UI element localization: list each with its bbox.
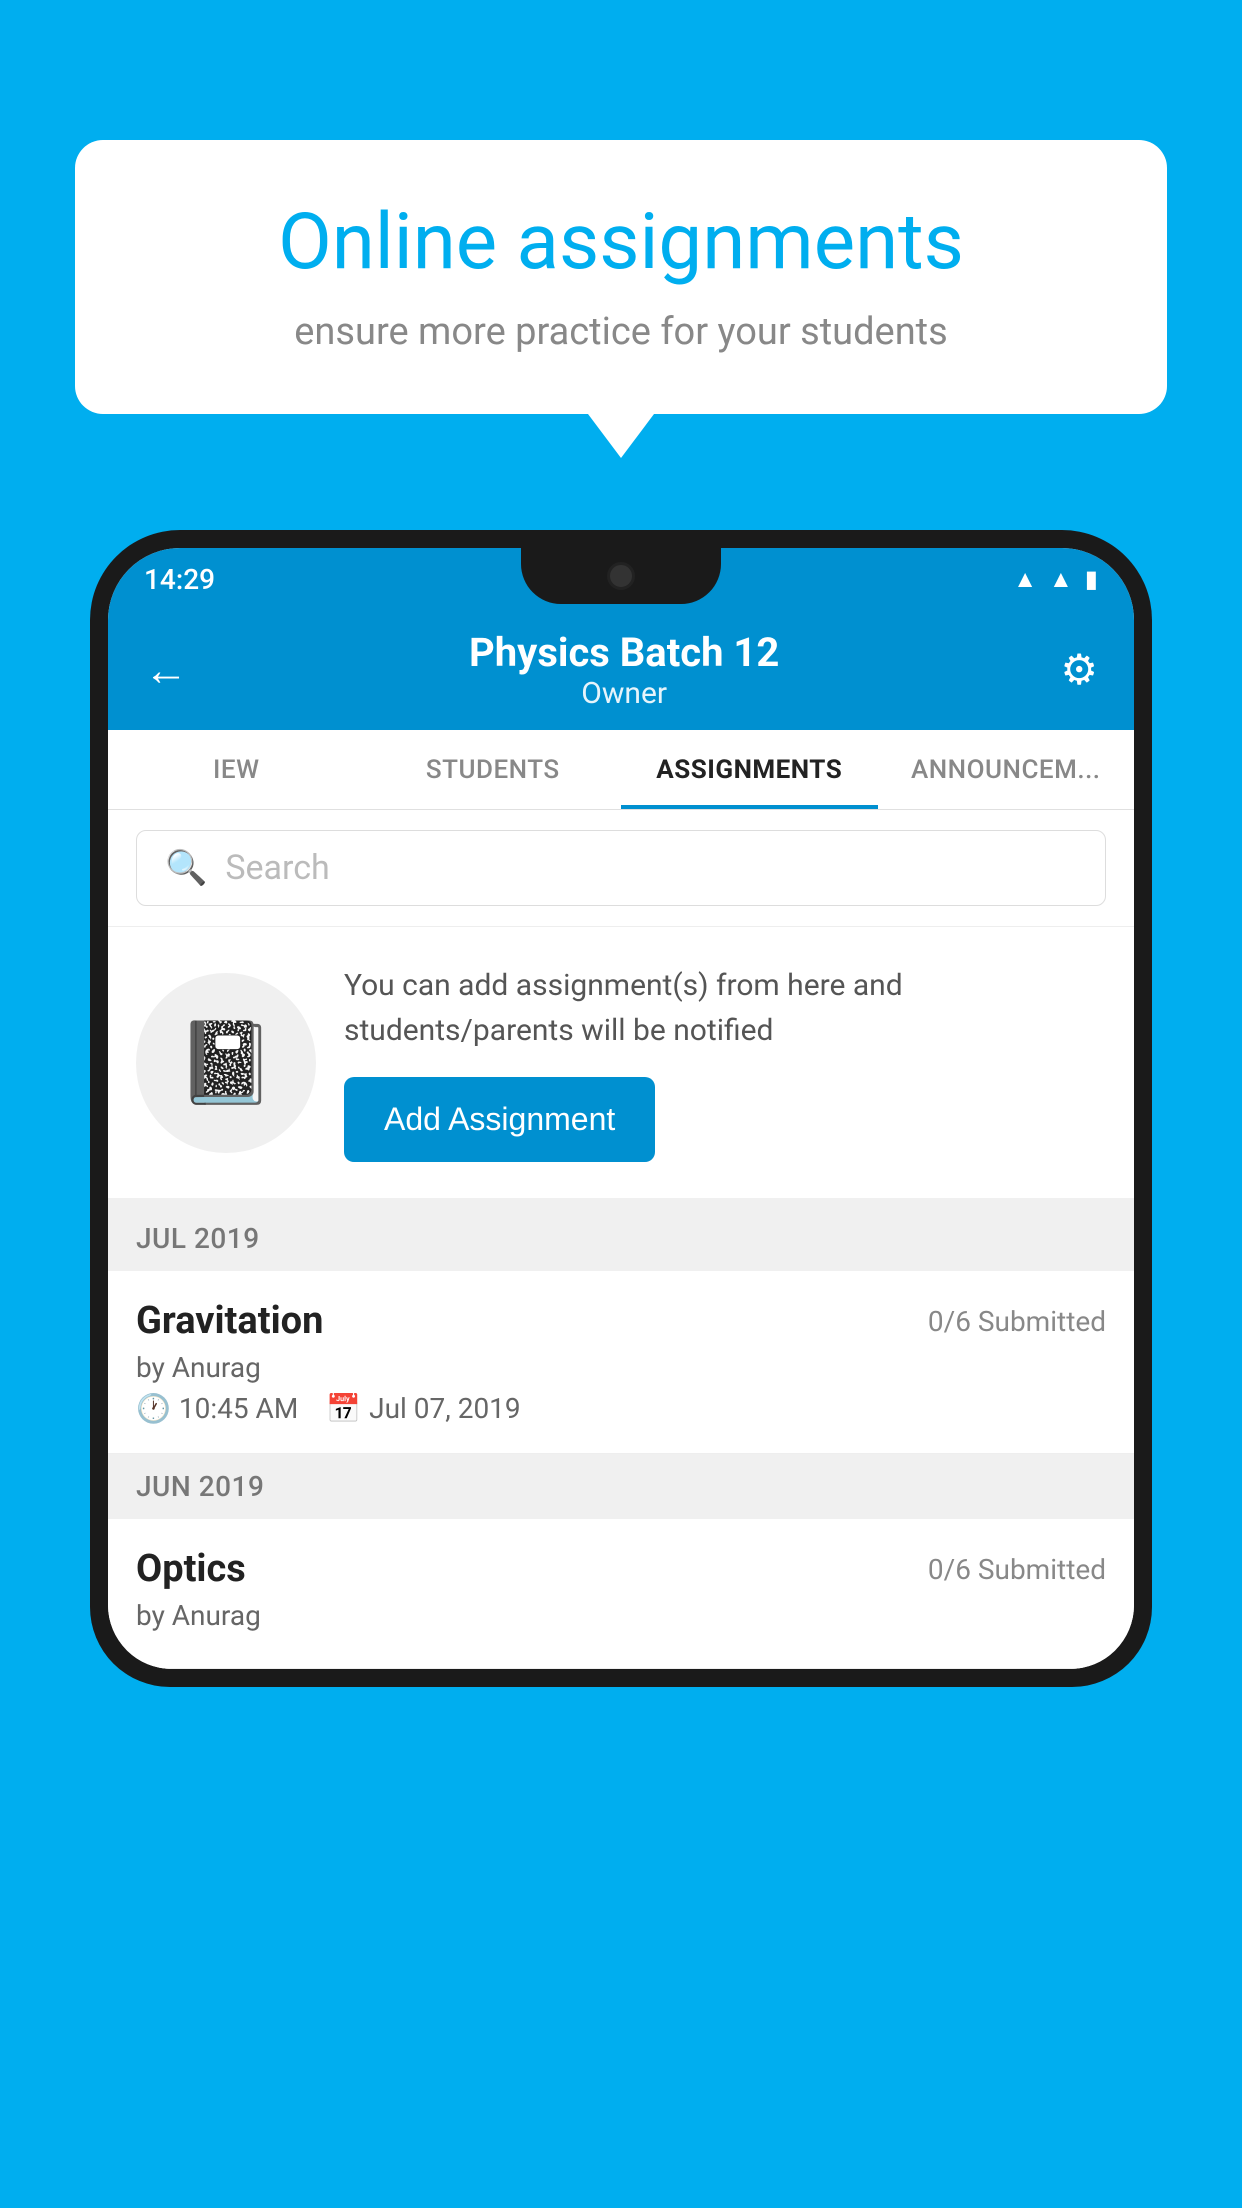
add-assignment-button[interactable]: Add Assignment [344,1077,655,1162]
tab-assignments-label: ASSIGNMENTS [656,755,842,785]
search-bar[interactable]: 🔍 Search [136,830,1106,906]
header-title: Physics Batch 12 [469,629,779,676]
app-header: ← Physics Batch 12 Owner ⚙ [108,610,1134,730]
wifi-icon: ▲ [1013,565,1037,594]
tab-announcements-label: ANNOUNCEM... [911,755,1101,785]
bubble-subtitle: ensure more practice for your students [145,310,1097,354]
promo-description: You can add assignment(s) from here and … [344,963,1106,1053]
promo-icon-circle: 📓 [136,973,316,1153]
section-month-jun: JUN 2019 [136,1470,264,1503]
tabs-bar: IEW STUDENTS ASSIGNMENTS ANNOUNCEM... [108,730,1134,810]
promo-content: You can add assignment(s) from here and … [344,963,1106,1162]
phone-screen: 14:29 ▲ ▲ ▮ ← Physics Batch 12 Owner ⚙ [108,548,1134,1669]
notebook-icon: 📓 [176,1016,276,1110]
section-header-jun: JUN 2019 [108,1454,1134,1519]
meta-date-gravitation: 📅 Jul 07, 2019 [326,1392,520,1425]
tab-assignments[interactable]: ASSIGNMENTS [621,730,878,809]
assignment-submitted-gravitation: 0/6 Submitted [928,1305,1106,1338]
assignment-optics[interactable]: Optics 0/6 Submitted by Anurag [108,1519,1134,1669]
search-input[interactable]: Search [225,848,329,888]
bubble-title: Online assignments [145,200,1097,286]
meta-time-gravitation: 🕐 10:45 AM [136,1392,298,1425]
assignment-date-gravitation: Jul 07, 2019 [369,1392,521,1425]
phone-notch [521,548,721,604]
front-camera [607,562,635,590]
header-title-area: Physics Batch 12 Owner [469,629,779,711]
section-header-jul: JUL 2019 [108,1206,1134,1271]
tab-iew[interactable]: IEW [108,730,365,809]
phone-outer: 14:29 ▲ ▲ ▮ ← Physics Batch 12 Owner ⚙ [90,530,1152,1687]
promo-section: 📓 You can add assignment(s) from here an… [108,927,1134,1206]
assignment-title-optics: Optics [136,1547,246,1591]
phone-container: 14:29 ▲ ▲ ▮ ← Physics Batch 12 Owner ⚙ [90,530,1152,2208]
section-month-jul: JUL 2019 [136,1222,260,1255]
tab-students-label: STUDENTS [426,755,560,785]
assignment-time-gravitation: 10:45 AM [179,1392,298,1425]
assignment-top-row: Gravitation 0/6 Submitted [136,1299,1106,1343]
tab-iew-label: IEW [213,755,259,785]
status-time: 14:29 [144,563,215,596]
header-subtitle: Owner [469,676,779,711]
speech-bubble-container: Online assignments ensure more practice … [75,140,1167,414]
status-icons: ▲ ▲ ▮ [1013,565,1098,594]
assignment-gravitation[interactable]: Gravitation 0/6 Submitted by Anurag 🕐 10… [108,1271,1134,1454]
assignment-title-gravitation: Gravitation [136,1299,323,1343]
back-button[interactable]: ← [144,644,188,696]
search-container: 🔍 Search [108,810,1134,927]
calendar-icon: 📅 [326,1392,361,1425]
signal-icon: ▲ [1049,565,1073,594]
assignment-by-optics: by Anurag [136,1599,1106,1632]
search-icon: 🔍 [165,848,207,888]
assignment-submitted-optics: 0/6 Submitted [928,1553,1106,1586]
tab-announcements[interactable]: ANNOUNCEM... [878,730,1135,809]
assignment-top-row-optics: Optics 0/6 Submitted [136,1547,1106,1591]
tab-students[interactable]: STUDENTS [365,730,622,809]
assignment-meta-gravitation: 🕐 10:45 AM 📅 Jul 07, 2019 [136,1392,1106,1425]
speech-bubble: Online assignments ensure more practice … [75,140,1167,414]
assignment-by-gravitation: by Anurag [136,1351,1106,1384]
settings-icon[interactable]: ⚙ [1060,645,1098,695]
clock-icon: 🕐 [136,1392,171,1425]
battery-icon: ▮ [1085,565,1098,593]
